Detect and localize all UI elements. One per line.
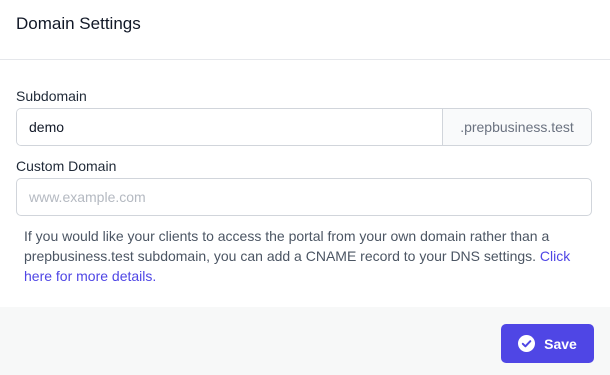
subdomain-label: Subdomain <box>16 88 87 104</box>
save-button[interactable]: Save <box>501 324 594 363</box>
page-title: Domain Settings <box>16 14 141 33</box>
card-header: Domain Settings <box>0 0 610 60</box>
custom-domain-input[interactable] <box>16 178 592 216</box>
save-button-label: Save <box>544 335 577 352</box>
subdomain-input-group: .prepbusiness.test <box>16 108 592 146</box>
domain-settings-card: Domain Settings Subdomain .prepbusiness.… <box>0 0 610 375</box>
help-text: If you would like your clients to access… <box>24 226 594 286</box>
check-circle-icon <box>518 335 536 352</box>
subdomain-input[interactable] <box>17 109 442 145</box>
help-description: If you would like your clients to access… <box>24 228 550 264</box>
subdomain-suffix: .prepbusiness.test <box>442 109 591 145</box>
custom-domain-label: Custom Domain <box>16 158 117 174</box>
